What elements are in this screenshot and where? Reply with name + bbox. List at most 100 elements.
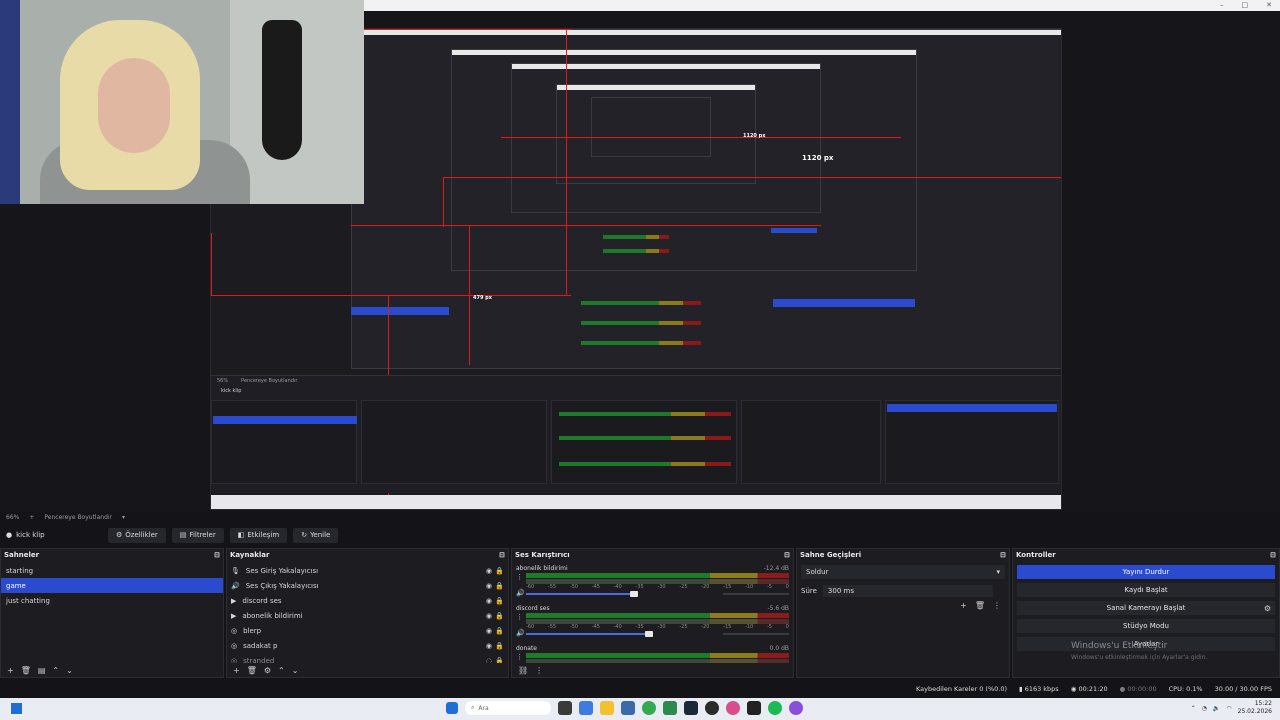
meter-scale-tick: 0 [785,584,789,590]
browser-app-icon[interactable] [789,701,803,715]
dock-menu-icon[interactable]: ⊟ [1270,551,1276,559]
transition-actions: + 🗑 ⋮ [960,601,1001,610]
source-item[interactable]: ◎ blerp ◉ 🔒 [227,623,508,638]
volume-slider-handle[interactable] [645,631,653,637]
chevron-down-icon[interactable]: ▾ [122,514,125,524]
volume-icon[interactable]: 🔈 [1213,705,1220,712]
lock-icon[interactable]: 🔒 [495,627,504,635]
refresh-button[interactable]: ↻ Yenile [293,527,339,543]
lock-icon[interactable]: 🔒 [495,582,504,590]
more-icon[interactable]: ⋮ [993,601,1001,610]
spotify-icon[interactable] [768,701,782,715]
source-item[interactable]: ▶ abonelik bildirimi ◉ 🔒 [227,608,508,623]
windows-logo-icon[interactable] [11,703,22,714]
clock[interactable]: 15:22 25.02.2026 [1238,700,1272,716]
add-icon[interactable]: + [233,666,240,675]
obs-icon[interactable] [705,701,719,715]
scenes-title: Sahneler [4,551,40,559]
move-up-icon[interactable]: ⌃ [278,666,285,675]
trash-icon[interactable]: 🗑 [247,666,257,675]
start-recording-button[interactable]: Kaydı Başlat [1017,583,1275,597]
move-down-icon[interactable]: ⌄ [66,666,73,675]
visibility-icon[interactable]: ◉ [486,642,492,650]
source-item[interactable]: ◎ stranded ◌ 🔒 [227,653,508,664]
volume-slider[interactable] [526,591,638,597]
volume-slider-track [723,633,789,635]
start-button-icon[interactable] [446,702,458,714]
meter-scale-tick: -15 [723,584,732,590]
interact-button[interactable]: ◧ Etkileşim [229,527,288,543]
file-explorer-icon[interactable] [600,701,614,715]
dock-menu-icon[interactable]: ⊟ [499,551,505,559]
studio-mode-button[interactable]: Stüdyo Modu [1017,619,1275,633]
virtual-camera-button[interactable]: Sanal Kamerayı Başlat ⚙ [1017,601,1275,615]
trash-icon[interactable]: 🗑 [21,666,31,675]
channel-menu-icon[interactable]: ⋮ [516,613,523,621]
browser-icon: ◎ [231,641,238,650]
channel-menu-icon[interactable]: ⋮ [516,653,523,661]
visibility-icon[interactable]: ◉ [486,582,492,590]
link-icon[interactable]: ⛓ [518,666,528,675]
task-view-icon[interactable] [558,701,572,715]
nested-transitions-panel [741,400,881,484]
filters-button[interactable]: ▤ Filtreler [171,527,224,543]
steam-icon[interactable] [684,701,698,715]
more-icon[interactable]: ⋮ [535,666,543,675]
filter-icon: ▤ [179,531,187,539]
chrome-icon[interactable] [642,701,656,715]
guide-line-v1 [566,29,567,295]
duration-input[interactable]: 300 ms [822,585,993,597]
volume-meter [526,613,789,618]
guide-line-h1 [211,295,571,296]
visibility-icon[interactable]: ◉ [486,627,492,635]
lock-icon[interactable]: 🔒 [495,612,504,620]
scene-item-just-chatting[interactable]: just chatting [1,593,223,608]
move-down-icon[interactable]: ⌄ [292,666,299,675]
preview-area[interactable]: – □ ✕ 1120 px 1120 px 479 px 56% Pencere… [0,0,1280,512]
plus-icon[interactable]: + [29,514,34,524]
add-icon[interactable]: + [7,666,14,675]
trash-icon[interactable]: 🗑 [975,601,985,610]
meter-scale-tick: -10 [745,584,754,590]
app-icon[interactable] [726,701,740,715]
transition-select[interactable]: Soldur ▾ [801,565,1005,579]
taskbar-search[interactable]: ⌕ Ara [465,701,551,715]
filter-icon[interactable]: ▤ [38,666,46,675]
channel-menu-icon[interactable]: ⋮ [516,573,523,581]
mute-icon[interactable]: 🔊 [516,629,525,637]
source-item[interactable]: 🎙 Ses Giriş Yakalayıcısı ◉ 🔒 [227,563,508,578]
chevron-up-icon[interactable]: ⌃ [1191,705,1196,712]
dock-menu-icon[interactable]: ⊟ [214,551,220,559]
wifi-icon[interactable]: ◠ [1226,705,1231,712]
stop-stream-button[interactable]: Yayını Durdur [1017,565,1275,579]
visibility-icon[interactable]: ◉ [486,612,492,620]
gear-icon[interactable]: ⚙ [1264,604,1271,613]
mute-icon[interactable]: 🔊 [516,589,525,597]
dock-menu-icon[interactable]: ⊟ [1000,551,1006,559]
zoom-level[interactable]: 66% [6,514,19,524]
terminal-icon[interactable] [747,701,761,715]
scene-item-starting[interactable]: starting [1,563,223,578]
current-source: ● kick klip [6,531,102,539]
volume-slider-handle[interactable] [630,591,638,597]
volume-slider[interactable] [526,631,653,637]
scene-item-game[interactable]: game [1,578,223,593]
visibility-icon[interactable]: ◉ [486,597,492,605]
dock-menu-icon[interactable]: ⊟ [784,551,790,559]
move-up-icon[interactable]: ⌃ [52,666,59,675]
visibility-icon[interactable]: ◉ [486,567,492,575]
source-item[interactable]: ◎ sadakat p ◉ 🔒 [227,638,508,653]
copilot-icon[interactable] [579,701,593,715]
xbox-icon[interactable] [663,701,677,715]
source-item[interactable]: 🔊 Ses Çıkış Yakalayıcısı ◉ 🔒 [227,578,508,593]
lock-icon[interactable]: 🔒 [495,567,504,575]
lock-icon[interactable]: 🔒 [495,597,504,605]
lock-icon[interactable]: 🔒 [495,642,504,650]
properties-button[interactable]: ⚙ Özellikler [108,527,166,543]
scale-mode[interactable]: Pencereye Boyutlandır [44,514,112,524]
add-icon[interactable]: + [960,601,967,610]
network-icon[interactable]: ◔ [1202,705,1207,712]
source-item[interactable]: ▶ discord ses ◉ 🔒 [227,593,508,608]
store-icon[interactable] [621,701,635,715]
gear-icon[interactable]: ⚙ [264,666,271,675]
